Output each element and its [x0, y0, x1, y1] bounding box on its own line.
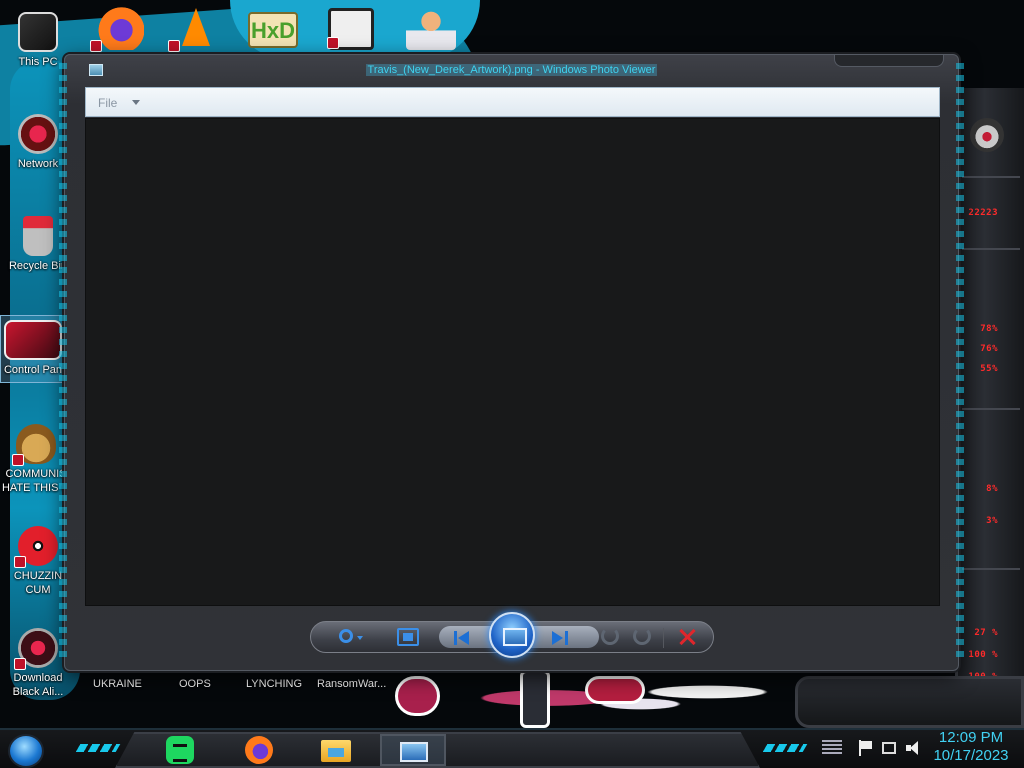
- chevron-down-icon[interactable]: [132, 100, 140, 105]
- slideshow-button[interactable]: [489, 612, 535, 658]
- taskbar-firefox[interactable]: [242, 734, 276, 766]
- gadget-divider: [962, 176, 1020, 178]
- gadget-value: 22223: [968, 208, 998, 218]
- gadget-value: 78%: [980, 324, 998, 334]
- taskbar-clock[interactable]: 12:09 PM 10/17/2023: [928, 729, 1014, 765]
- alienware-icon: [970, 118, 1004, 152]
- gadget-value: 27 %: [974, 628, 998, 638]
- wallpaper-shoe: [585, 676, 645, 704]
- gadget-value: 8%: [986, 484, 998, 494]
- rotate-clockwise-button[interactable]: [633, 627, 651, 645]
- photo-viewer-window[interactable]: Travis_(New_Derek_Artwork).png - Windows…: [59, 54, 964, 671]
- shortcut-badge-icon: [168, 40, 180, 52]
- file-menu[interactable]: File: [98, 96, 117, 110]
- taskbar-decoration: [762, 744, 808, 752]
- taskbar-file-explorer[interactable]: [319, 734, 353, 766]
- taskbar-spotify[interactable]: [163, 734, 197, 766]
- doctor-icon[interactable]: [406, 6, 456, 50]
- gadget-value: 76%: [980, 344, 998, 354]
- firefox-icon: [245, 736, 273, 764]
- maze-icon[interactable]: [327, 8, 374, 50]
- clock-time: 12:09 PM: [938, 729, 1004, 746]
- hxd-icon[interactable]: HxD: [248, 12, 298, 48]
- gadget-value: 55%: [980, 364, 998, 374]
- taskbar-photo-viewer[interactable]: [380, 734, 446, 766]
- action-center-flag-icon[interactable]: [858, 740, 874, 756]
- hxd-logo-text: HxD: [250, 18, 295, 43]
- desktop-icon-label: Control Pan: [3, 364, 63, 376]
- rotate-counterclockwise-button[interactable]: [601, 627, 619, 645]
- network-icon[interactable]: [882, 742, 896, 754]
- gadget-divider: [962, 568, 1020, 570]
- file-explorer-icon: [321, 740, 351, 762]
- volume-icon[interactable]: [906, 740, 922, 756]
- network-icon: [18, 114, 58, 154]
- system-monitor-gadget[interactable]: 22223 78% 76% 55% 8% 3% 27 % 100 % 100 %: [955, 88, 1024, 708]
- desktop-icon-label: Black Ali...: [12, 686, 64, 698]
- spotify-icon: [166, 736, 194, 764]
- desktop-icon-label[interactable]: UKRAINE: [93, 678, 142, 690]
- delete-button[interactable]: [677, 627, 697, 647]
- chevron-down-icon: [357, 636, 363, 640]
- desktop-icon-label[interactable]: OOPS: [179, 678, 211, 690]
- desktop-icon-control-panel[interactable]: Control Pan: [0, 315, 66, 383]
- taskbar: [0, 728, 1024, 768]
- start-button[interactable]: [8, 734, 44, 768]
- zoom-button[interactable]: [337, 628, 363, 646]
- wallpaper-shoe: [395, 676, 440, 716]
- next-button[interactable]: [552, 631, 568, 645]
- previous-button[interactable]: [454, 631, 470, 645]
- desktop-icon-label: Download: [13, 672, 63, 684]
- photo-viewer-icon: [400, 742, 428, 762]
- toolbar-divider: [663, 628, 664, 648]
- gadget-value: 3%: [986, 516, 998, 526]
- show-hidden-icons-icon[interactable]: [822, 740, 842, 756]
- actual-size-button[interactable]: [397, 628, 419, 646]
- gadget-divider: [962, 248, 1020, 250]
- chuzzle-icon: [14, 526, 58, 568]
- money-bag-icon: [12, 424, 56, 466]
- menu-bar: File: [85, 87, 940, 117]
- image-viewport[interactable]: [85, 118, 940, 606]
- desktop-icon-label[interactable]: RansomWar...: [317, 678, 386, 690]
- shortcut-badge-icon: [14, 658, 26, 670]
- shortcut-badge-icon: [90, 40, 102, 52]
- shortcut-badge-icon: [12, 454, 24, 466]
- gadget-value: 100 %: [968, 650, 998, 660]
- shortcut-badge-icon: [14, 556, 26, 568]
- desktop-icon-label[interactable]: LYNCHING: [246, 678, 302, 690]
- caption-buttons-area[interactable]: [834, 55, 944, 67]
- gadget-divider: [962, 408, 1020, 410]
- gadget-base: [795, 676, 1024, 728]
- window-edge-decoration: [956, 63, 964, 663]
- alienware-icon: [14, 628, 58, 670]
- window-edge-decoration: [59, 63, 67, 663]
- recycle-bin-icon: [23, 216, 53, 256]
- title-bar[interactable]: Travis_(New_Derek_Artwork).png - Windows…: [65, 55, 958, 85]
- taskbar-decoration: [75, 744, 121, 752]
- playback-control-bar: [310, 612, 714, 658]
- magnifier-icon: [339, 629, 353, 643]
- this-pc-icon: [18, 12, 58, 52]
- vlc-icon[interactable]: [168, 6, 222, 52]
- window-title: Travis_(New_Derek_Artwork).png - Windows…: [365, 64, 658, 76]
- firefox-icon[interactable]: [90, 6, 144, 52]
- clock-date: 10/17/2023: [933, 747, 1009, 764]
- shortcut-badge-icon: [327, 37, 339, 49]
- control-panel-icon: [4, 320, 62, 360]
- wallpaper-leg: [520, 670, 550, 728]
